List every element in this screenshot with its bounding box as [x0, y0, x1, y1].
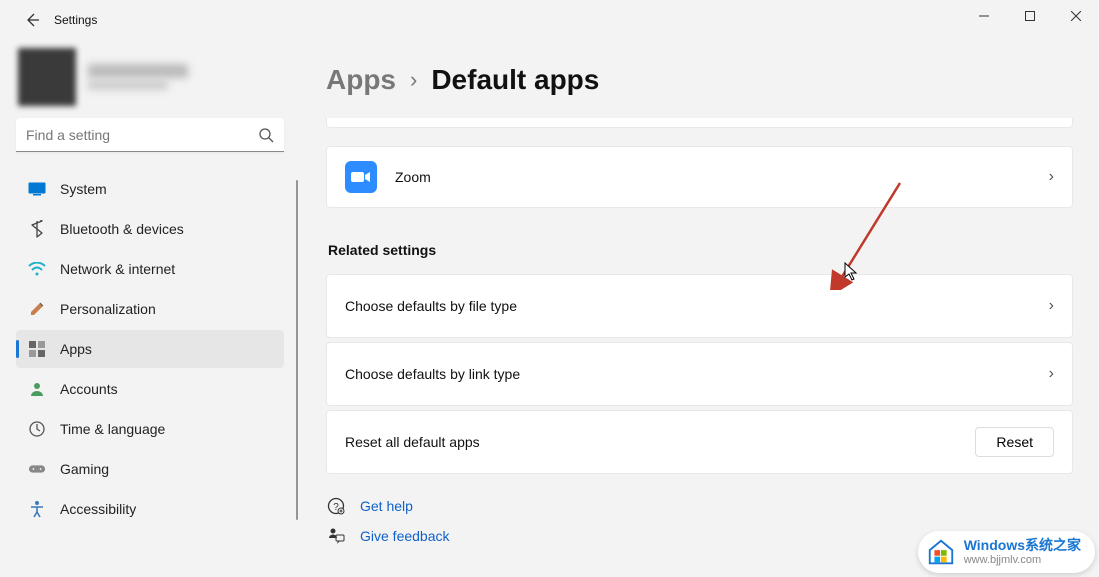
- monitor-icon: [28, 180, 46, 198]
- page-title: Default apps: [431, 64, 599, 96]
- sidebar-item-time[interactable]: Time & language: [16, 410, 284, 448]
- choose-defaults-link-type[interactable]: Choose defaults by link type ›: [326, 342, 1073, 406]
- related-settings-heading: Related settings: [328, 242, 1073, 258]
- search-icon: [258, 127, 274, 143]
- content-pane: Apps › Default apps Zoom › Related setti…: [300, 40, 1099, 577]
- sidebar-item-label: Time & language: [60, 421, 165, 437]
- sidebar-item-label: System: [60, 181, 107, 197]
- search-field[interactable]: [16, 118, 284, 152]
- arrow-left-icon: [24, 12, 40, 28]
- minimize-icon: [979, 11, 989, 21]
- get-help-row[interactable]: ? Get help: [326, 496, 1073, 516]
- sidebar-item-network[interactable]: Network & internet: [16, 250, 284, 288]
- app-card-truncated[interactable]: [326, 118, 1073, 128]
- avatar: [18, 48, 76, 106]
- sidebar: System Bluetooth & devices Network & int…: [0, 40, 300, 577]
- app-card-zoom[interactable]: Zoom ›: [326, 146, 1073, 208]
- sidebar-item-accessibility[interactable]: Accessibility: [16, 490, 284, 528]
- apps-icon: [28, 340, 46, 358]
- person-icon: [28, 380, 46, 398]
- close-icon: [1071, 11, 1081, 21]
- chevron-right-icon: ›: [410, 67, 417, 93]
- back-button[interactable]: [22, 10, 42, 30]
- sidebar-item-accounts[interactable]: Accounts: [16, 370, 284, 408]
- minimize-button[interactable]: [961, 0, 1007, 32]
- sidebar-item-system[interactable]: System: [16, 170, 284, 208]
- chevron-right-icon: ›: [1049, 365, 1054, 383]
- maximize-button[interactable]: [1007, 0, 1053, 32]
- sidebar-item-label: Gaming: [60, 461, 109, 477]
- give-feedback-link[interactable]: Give feedback: [360, 528, 450, 544]
- watermark: Windows系统之家 www.bjjmlv.com: [918, 531, 1095, 573]
- sidebar-item-personalization[interactable]: Personalization: [16, 290, 284, 328]
- app-title: Settings: [54, 13, 97, 27]
- zoom-app-icon: [345, 161, 377, 193]
- choose-defaults-file-type[interactable]: Choose defaults by file type ›: [326, 274, 1073, 338]
- settings-card-label: Choose defaults by link type: [345, 366, 1049, 382]
- sidebar-item-label: Personalization: [60, 301, 156, 317]
- get-help-link[interactable]: Get help: [360, 498, 413, 514]
- profile-block[interactable]: [16, 48, 284, 106]
- settings-card-label: Choose defaults by file type: [345, 298, 1049, 314]
- watermark-url: www.bjjmlv.com: [964, 554, 1081, 566]
- chevron-right-icon: ›: [1049, 297, 1054, 315]
- sidebar-item-label: Apps: [60, 341, 92, 357]
- help-icon: ?: [326, 496, 346, 516]
- paintbrush-icon: [28, 300, 46, 318]
- sidebar-item-gaming[interactable]: Gaming: [16, 450, 284, 488]
- breadcrumb: Apps › Default apps: [326, 64, 1073, 96]
- profile-name: [88, 64, 188, 78]
- window-controls: [961, 0, 1099, 32]
- sidebar-item-bluetooth[interactable]: Bluetooth & devices: [16, 210, 284, 248]
- search-input[interactable]: [16, 118, 284, 152]
- gamepad-icon: [28, 460, 46, 478]
- app-card-label: Zoom: [395, 169, 1049, 185]
- reset-default-apps: Reset all default apps Reset: [326, 410, 1073, 474]
- accessibility-icon: [28, 500, 46, 518]
- windows-logo-icon: [926, 537, 956, 567]
- sidebar-item-label: Accounts: [60, 381, 118, 397]
- title-bar: Settings: [0, 0, 1099, 40]
- sidebar-item-label: Accessibility: [60, 501, 136, 517]
- wifi-icon: [28, 260, 46, 278]
- nav-list: System Bluetooth & devices Network & int…: [16, 170, 284, 528]
- feedback-icon: [326, 526, 346, 546]
- close-button[interactable]: [1053, 0, 1099, 32]
- sidebar-item-apps[interactable]: Apps: [16, 330, 284, 368]
- clock-globe-icon: [28, 420, 46, 438]
- scrollbar[interactable]: [296, 180, 298, 520]
- watermark-text: Windows系统之家: [964, 538, 1081, 553]
- breadcrumb-root[interactable]: Apps: [326, 64, 396, 96]
- bluetooth-icon: [28, 220, 46, 238]
- settings-card-label: Reset all default apps: [345, 434, 975, 450]
- sidebar-item-label: Network & internet: [60, 261, 175, 277]
- reset-button[interactable]: Reset: [975, 427, 1054, 457]
- chevron-right-icon: ›: [1049, 168, 1054, 186]
- profile-email: [88, 80, 168, 90]
- maximize-icon: [1025, 11, 1035, 21]
- sidebar-item-label: Bluetooth & devices: [60, 221, 184, 237]
